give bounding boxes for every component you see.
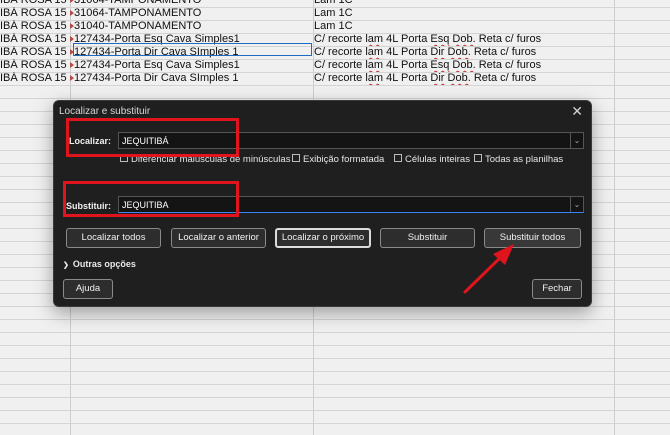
annotation-arrow — [463, 244, 514, 294]
